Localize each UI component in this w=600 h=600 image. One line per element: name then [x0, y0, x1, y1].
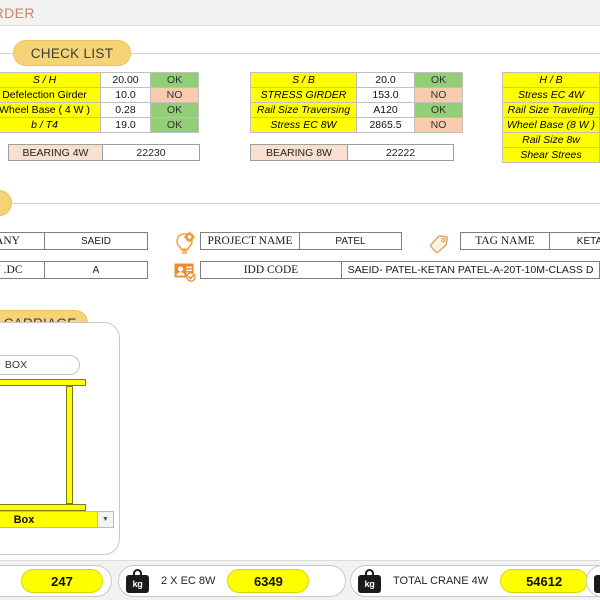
- table-row: Rail Size Traveling: [502, 102, 600, 118]
- bottom-value-2[interactable]: 6349: [227, 569, 310, 593]
- bearing-4w-value[interactable]: 22230: [103, 144, 200, 161]
- id-card-icon: [172, 259, 198, 285]
- bearing-8w-label: BEARING 8W: [250, 144, 348, 161]
- check-value[interactable]: 153.0: [356, 87, 415, 103]
- status-badge: OK: [150, 117, 199, 133]
- section-header-project-info-stub[interactable]: [0, 190, 12, 216]
- check-label: Shear Strees: [502, 147, 600, 163]
- additional-checks-table: H / B Stress EC 4W Rail Size Traveling Whee…: [502, 72, 600, 163]
- status-badge: OK: [414, 102, 463, 118]
- status-badge: NO: [414, 87, 463, 103]
- app-root: GIRDER CHECK LIST S / H20.00OKDefelectio…: [0, 0, 600, 600]
- bearing-4w-label: BEARING 4W: [8, 144, 103, 161]
- check-value[interactable]: 10.0: [100, 87, 151, 103]
- table-row: H / B: [502, 72, 600, 88]
- check-label: b / T4: [0, 117, 101, 133]
- project-name-value[interactable]: PATEL: [300, 232, 402, 250]
- bottom-label-3: TOTAL CRANE 4W: [393, 575, 489, 587]
- check-value[interactable]: A120: [356, 102, 415, 118]
- bottom-label-2: 2 X EC 8W: [161, 575, 216, 587]
- chevron-down-icon[interactable]: ▼: [98, 511, 114, 528]
- idd-code-label: IDD CODE: [200, 261, 342, 279]
- bottom-value-1[interactable]: 247: [21, 569, 103, 593]
- table-row: b / T4 19.0 OK: [0, 117, 199, 133]
- bottom-value-3[interactable]: 54612: [500, 569, 589, 593]
- check-label: STRESS GIRDER: [250, 87, 357, 103]
- girder-4w-checks-table: S / H 20.00 OK Defelection Girder 10.0 NO Whee…: [0, 72, 199, 133]
- bottom-chip-2: kg 2 X EC 8W 6349: [118, 565, 346, 597]
- company-label: ANY: [0, 232, 45, 250]
- revision-value[interactable]: A: [45, 261, 148, 279]
- kg-weight-icon: kg: [126, 569, 149, 593]
- kg-weight-icon: kg: [358, 569, 381, 593]
- status-badge: OK: [414, 72, 463, 88]
- table-row: STRESS GIRDER 153.0 NO: [250, 87, 463, 103]
- table-row: Rail Size 8w: [502, 132, 600, 148]
- check-label: Wheel Base (8 W ): [502, 117, 600, 133]
- table-row: Shear Strees: [502, 147, 600, 163]
- status-badge: NO: [414, 117, 463, 133]
- tag-name-label: TAG NAME: [460, 232, 550, 250]
- idd-code-value[interactable]: SAEID- PATEL-KETAN PATEL-A-20T-10M-CLASS…: [342, 261, 600, 279]
- project-info-divider: [0, 203, 600, 204]
- check-label: S / H: [0, 72, 101, 88]
- table-row: S / H 20.00 OK: [0, 72, 199, 88]
- section-header-check-list[interactable]: CHECK LIST: [13, 40, 131, 66]
- check-label: S / B: [250, 72, 357, 88]
- check-label: Stress EC 4W: [502, 87, 600, 103]
- project-name-label: PROJECT NAME: [200, 232, 300, 250]
- table-row: Wheel Base ( 4 W ) 0.28 OK: [0, 102, 199, 118]
- carriage-tab-box[interactable]: BOX: [0, 355, 80, 375]
- kg-weight-icon: kg: [594, 569, 600, 593]
- company-value[interactable]: SAEID: [45, 232, 148, 250]
- bearing-8w-row: BEARING 8W 22222: [250, 144, 454, 161]
- tag-icon: [427, 230, 453, 256]
- girder-bottom-flange: [0, 504, 86, 511]
- status-badge: OK: [150, 72, 199, 88]
- carriage-type-dropdown[interactable]: Box ▼: [0, 511, 114, 528]
- bearing-4w-row: BEARING 4W 22230: [8, 144, 200, 161]
- check-label: Rail Size 8w: [502, 132, 600, 148]
- page-title: GIRDER: [0, 5, 35, 21]
- check-value[interactable]: 2865.5: [356, 117, 415, 133]
- check-label: Defelection Girder: [0, 87, 101, 103]
- lightbulb-gear-icon: [171, 230, 197, 256]
- table-row: Rail Size Traversing A120 OK: [250, 102, 463, 118]
- tag-name-value[interactable]: KETA: [550, 232, 600, 250]
- check-label: Rail Size Traveling: [502, 102, 600, 118]
- girder-right-web: [66, 386, 73, 504]
- check-value[interactable]: 19.0: [100, 117, 151, 133]
- bottom-chip-3: kg TOTAL CRANE 4W 54612: [350, 565, 600, 597]
- top-title-bar: GIRDER: [0, 0, 600, 26]
- table-row: Stress EC 4W: [502, 87, 600, 103]
- table-row: S / B 20.0 OK: [250, 72, 463, 88]
- project-name-field: PROJECT NAME PATEL: [200, 232, 402, 250]
- carriage-type-value[interactable]: Box: [0, 511, 98, 528]
- girder-top-flange: [0, 379, 86, 386]
- status-badge: NO: [150, 87, 199, 103]
- idd-code-field: IDD CODE SAEID- PATEL-KETAN PATEL-A-20T-…: [200, 261, 600, 279]
- check-value[interactable]: 20.00: [100, 72, 151, 88]
- table-row: Wheel Base (8 W ): [502, 117, 600, 133]
- status-badge: OK: [150, 102, 199, 118]
- check-label: H / B: [502, 72, 600, 88]
- table-row: Stress EC 8W 2865.5 NO: [250, 117, 463, 133]
- bearing-8w-value[interactable]: 22222: [348, 144, 454, 161]
- girder-8w-checks-table: S / B 20.0 OK STRESS GIRDER 153.0 NO Rail Size…: [250, 72, 463, 133]
- tag-name-field: TAG NAME KETA: [460, 232, 600, 250]
- company-field: ANY SAEID: [0, 232, 148, 250]
- check-label: Stress EC 8W: [250, 117, 357, 133]
- revision-label: N .DC: [0, 261, 45, 279]
- table-row: Defelection Girder 10.0 NO: [0, 87, 199, 103]
- check-label: Rail Size Traversing: [250, 102, 357, 118]
- bottom-status-bar: 247 kg 2 X EC 8W 6349 kg TOTAL CRANE 4W …: [0, 560, 600, 600]
- revision-field: N .DC A: [0, 261, 148, 279]
- check-label: Wheel Base ( 4 W ): [0, 102, 101, 118]
- check-value[interactable]: 20.0: [356, 72, 415, 88]
- bottom-chip-1: 247: [0, 565, 112, 597]
- check-value[interactable]: 0.28: [100, 102, 151, 118]
